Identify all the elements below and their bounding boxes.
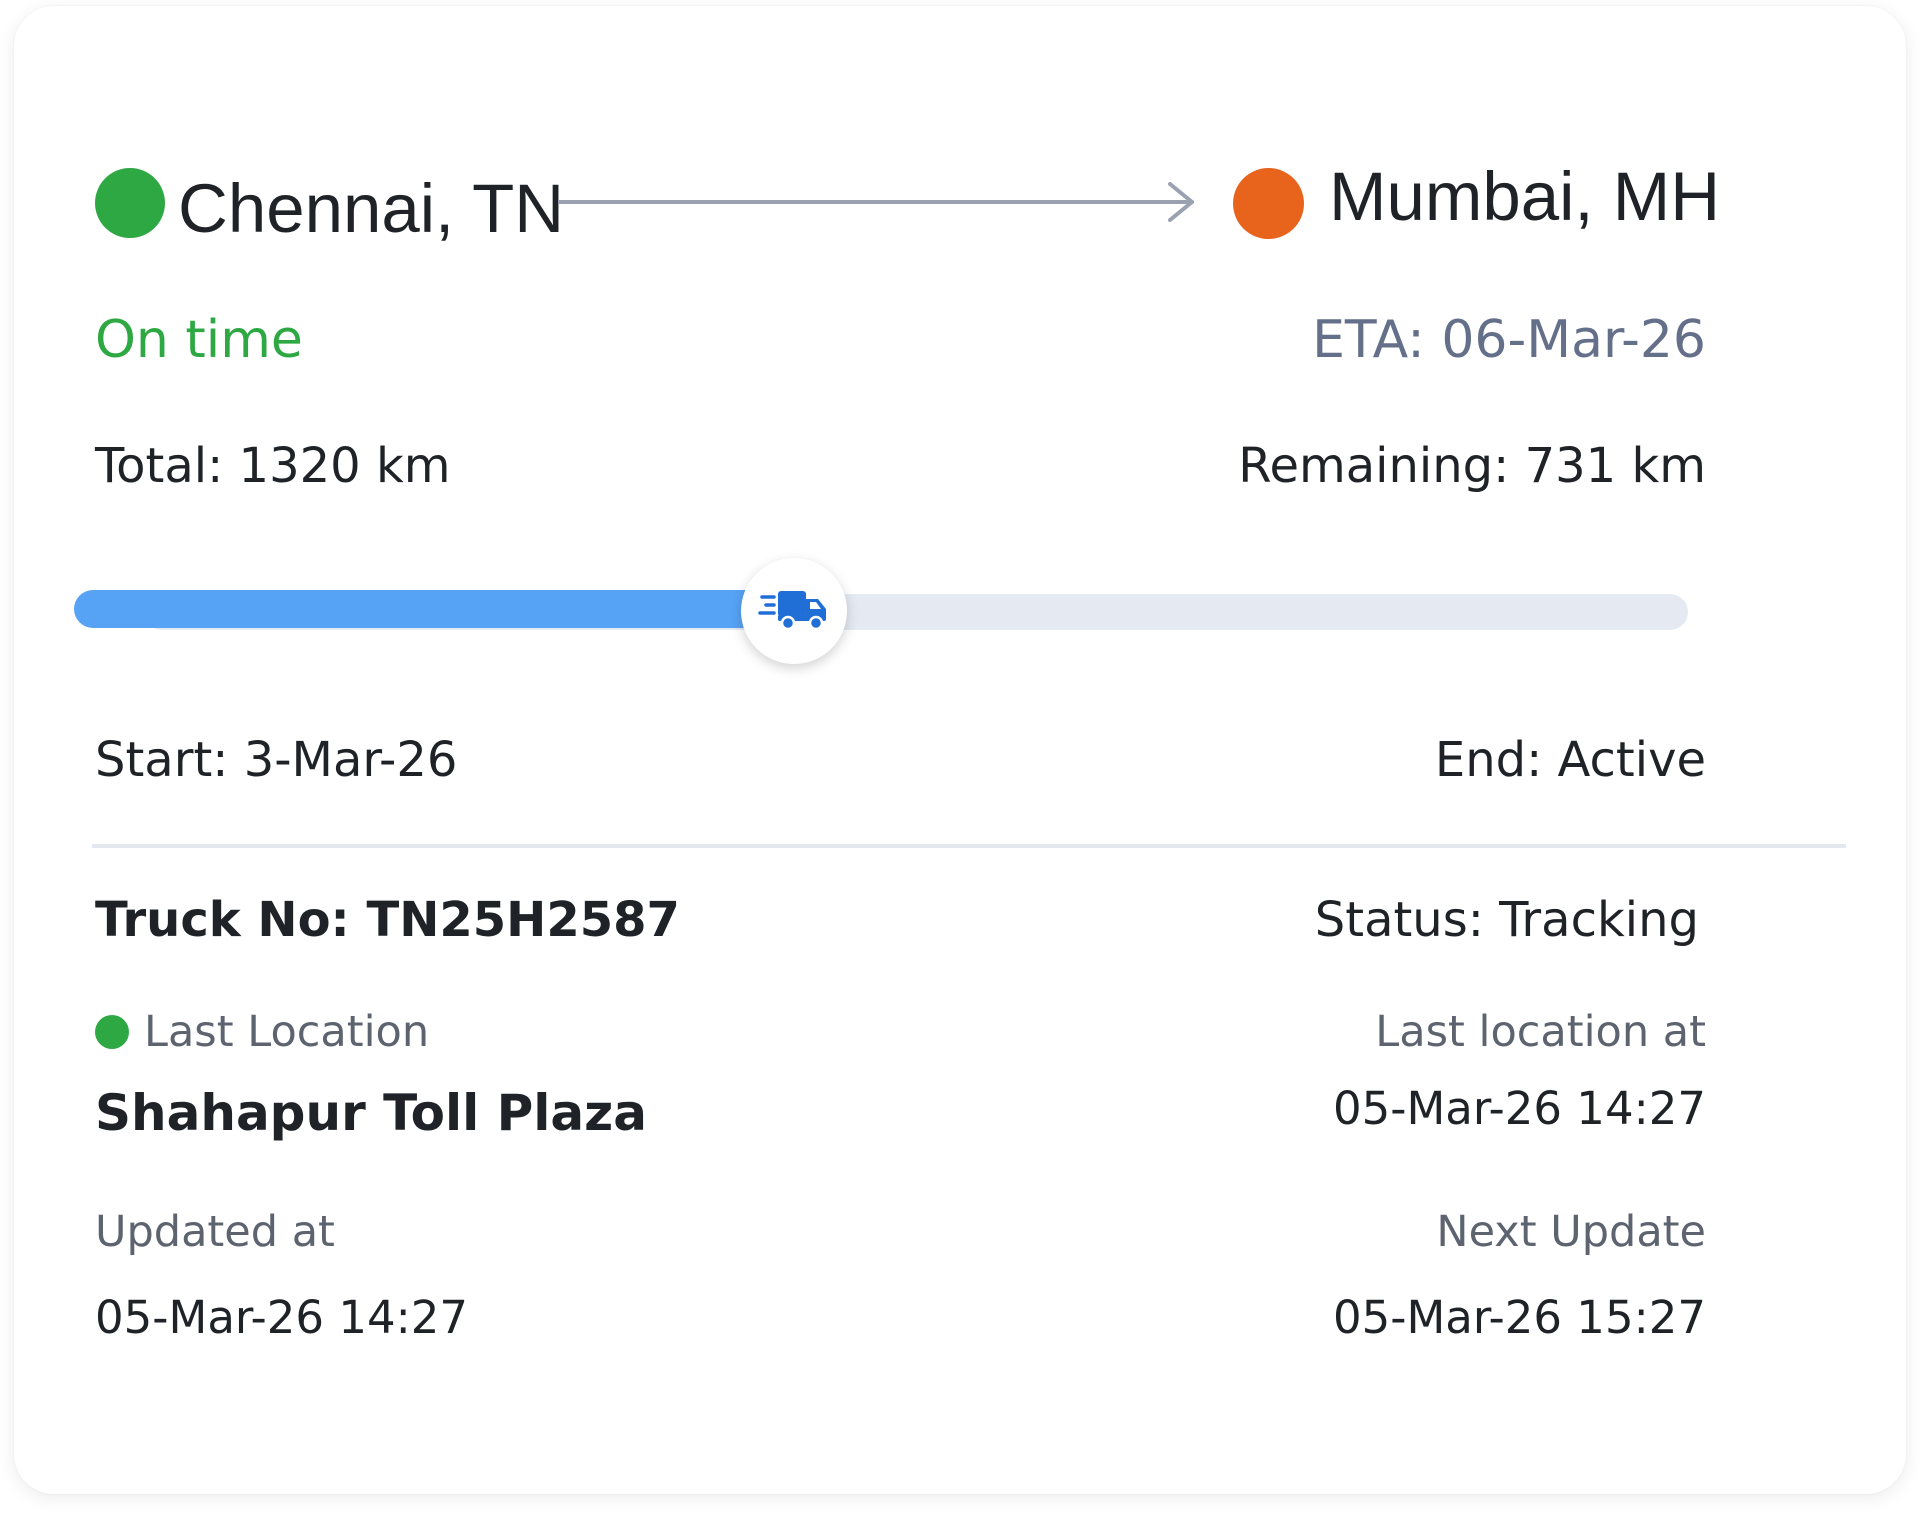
- truck-number: Truck No: TN25H2587: [95, 892, 680, 948]
- last-location-label: Last Location: [144, 1007, 430, 1057]
- progress-fill: [74, 590, 814, 628]
- trip-start-date: Start: 3-Mar-26: [95, 732, 458, 788]
- tracking-status: Status: Tracking: [1314, 892, 1699, 948]
- location-status-dot: [95, 1015, 129, 1049]
- origin-city: Chennai, TN: [178, 170, 565, 247]
- next-update-value: 05-Mar-26 15:27: [1332, 1291, 1706, 1344]
- next-update-label: Next Update: [1436, 1207, 1706, 1257]
- last-location-value: Shahapur Toll Plaza: [95, 1084, 648, 1142]
- trip-end-status: End: Active: [1434, 732, 1706, 788]
- shipment-tracking-card: Chennai, TN Mumbai, MH On time ETA: 06-M…: [14, 6, 1906, 1494]
- progress-knob: [740, 558, 847, 664]
- updated-at-label: Updated at: [95, 1207, 335, 1257]
- last-location-time-label: Last location at: [1375, 1007, 1706, 1057]
- updated-at-value: 05-Mar-26 14:27: [95, 1291, 469, 1344]
- eta-date: ETA: 06-Mar-26: [1312, 310, 1706, 370]
- fast-delivery-truck-icon: [758, 591, 826, 631]
- last-location-time: 05-Mar-26 14:27: [1332, 1082, 1706, 1135]
- destination-city: Mumbai, MH: [1329, 158, 1721, 235]
- total-distance: Total: 1320 km: [95, 438, 451, 494]
- right-arrow-icon: [558, 182, 1194, 222]
- section-divider: [92, 844, 1846, 848]
- remaining-distance: Remaining: 731 km: [1238, 438, 1706, 494]
- destination-dot: [1233, 168, 1304, 239]
- origin-dot: [95, 168, 165, 238]
- schedule-status: On time: [95, 310, 303, 370]
